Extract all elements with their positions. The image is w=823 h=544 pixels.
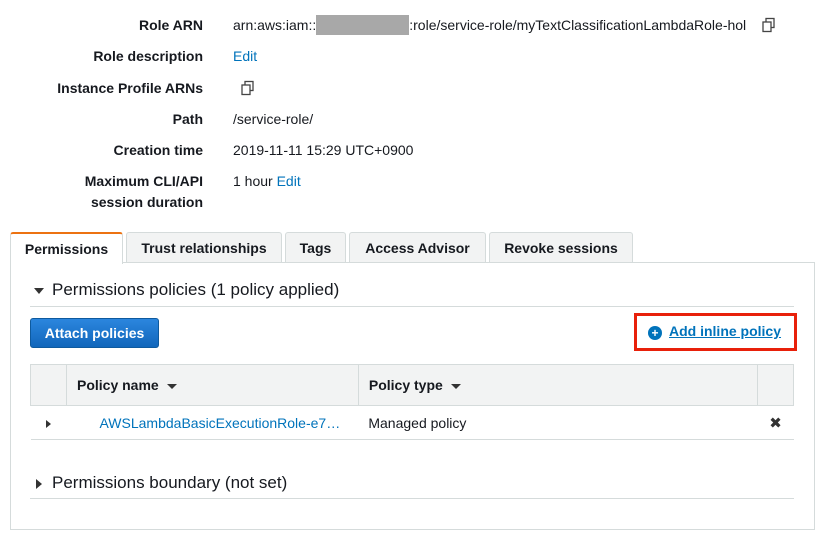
policies-table: Policy name Policy type AWSLambdaBasicEx… [30, 364, 794, 440]
permissions-policies-header[interactable]: Permissions policies (1 policy applied) [34, 280, 339, 300]
policy-type-cell: Managed policy [358, 405, 758, 440]
copy-icon[interactable] [240, 80, 256, 96]
add-inline-policy-label: Add inline policy [669, 323, 782, 339]
column-header-policy-name[interactable]: Policy name [65, 364, 359, 406]
instance-profile-label: Instance Profile ARNs [57, 80, 203, 96]
column-header-policy-type[interactable]: Policy type [357, 364, 759, 406]
creation-time-row: Creation time 2019-11-11 15:29 UTC+0900 [0, 140, 823, 160]
tab-tags[interactable]: Tags [285, 232, 346, 263]
creation-time-label: Creation time [113, 142, 203, 158]
policy-name-cell: AWSLambdaBasicExecutionRole-e7… [66, 405, 359, 440]
tab-permissions[interactable]: Permissions [10, 232, 123, 264]
path-label: Path [172, 111, 203, 127]
caret-right-icon[interactable] [45, 419, 51, 428]
expand-column-header [30, 364, 67, 406]
tab-access-advisor[interactable]: Access Advisor [349, 232, 486, 263]
sort-caret-icon [166, 383, 177, 389]
path-row: Path /service-role/ [0, 109, 823, 129]
tab-trust-relationships[interactable]: Trust relationships [126, 232, 282, 263]
redacted-account-id [316, 15, 410, 35]
instance-profile-row: Instance Profile ARNs [0, 78, 823, 98]
max-session-label-line2: session duration [90, 194, 203, 210]
divider [30, 306, 794, 307]
table-row: AWSLambdaBasicExecutionRole-e7… Managed … [30, 405, 794, 440]
close-icon[interactable]: ✖ [769, 415, 782, 432]
max-session-edit-link[interactable]: Edit [277, 173, 301, 189]
remove-cell: ✖ [757, 405, 794, 440]
copy-icon[interactable] [761, 17, 777, 33]
role-arn-row: Role ARN arn:aws:iam:::role/service-role… [0, 15, 823, 35]
attach-policies-button[interactable]: Attach policies [30, 318, 159, 348]
caret-right-icon [36, 478, 42, 489]
creation-time-value: 2019-11-11 15:29 UTC+0900 [233, 142, 414, 158]
caret-down-icon [34, 287, 44, 294]
permissions-boundary-header[interactable]: Permissions boundary (not set) [36, 473, 287, 493]
permissions-policies-title: Permissions policies (1 policy applied) [52, 280, 340, 299]
actions-column-header [757, 364, 794, 406]
table-header-row: Policy name Policy type [30, 364, 794, 406]
tab-revoke-sessions[interactable]: Revoke sessions [489, 232, 633, 263]
role-arn-value: arn:aws:iam:::role/service-role/myTextCl… [233, 15, 746, 35]
max-session-value-wrap: 1 hour Edit [233, 171, 301, 191]
permissions-boundary-title: Permissions boundary (not set) [52, 473, 288, 492]
role-arn-suffix: :role/service-role/myTextClassificationL… [409, 17, 747, 33]
role-arn-label: Role ARN [138, 17, 203, 33]
expand-row-cell[interactable] [30, 405, 67, 440]
role-arn-prefix: arn:aws:iam:: [233, 17, 317, 33]
role-description-row: Role description Edit [0, 46, 823, 66]
role-description-edit-link[interactable]: Edit [233, 46, 257, 66]
sort-caret-icon [450, 383, 461, 389]
max-session-row: Maximum CLI/API session duration 1 hour … [0, 171, 823, 215]
plus-circle-icon: + [648, 326, 662, 340]
path-value: /service-role/ [233, 111, 314, 127]
max-session-label-line1: Maximum CLI/API [84, 173, 203, 189]
policy-name-link[interactable]: AWSLambdaBasicExecutionRole-e7… [99, 415, 340, 431]
add-inline-policy-link[interactable]: + Add inline policy [648, 323, 781, 340]
divider [30, 498, 794, 499]
max-session-value: 1 hour [233, 173, 273, 189]
role-description-label: Role description [93, 48, 203, 64]
